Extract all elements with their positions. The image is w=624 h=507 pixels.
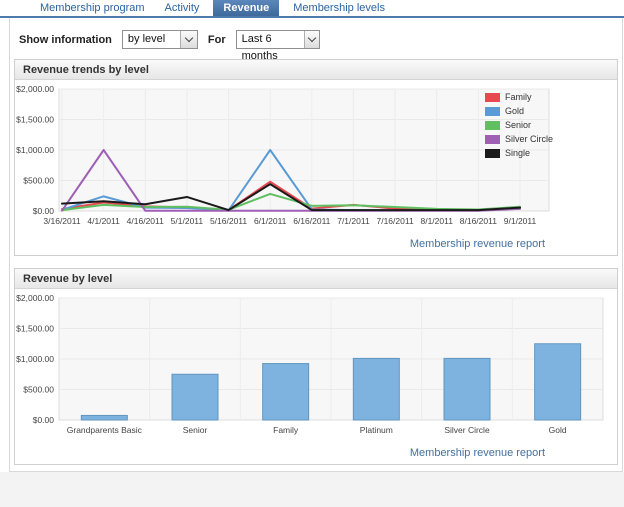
x-tick-label: 7/16/2011	[376, 216, 413, 226]
x-tick-label: 4/1/2011	[87, 216, 120, 226]
tab-revenue[interactable]: Revenue	[213, 0, 280, 16]
page-footer	[0, 472, 624, 507]
y-tick-label: $1,000.00	[16, 354, 54, 364]
x-tick-label: Silver Circle	[444, 425, 490, 435]
bar-gold	[534, 343, 582, 421]
membership-revenue-report-link-2[interactable]: Membership revenue report	[15, 447, 617, 464]
x-tick-label: Senior	[183, 425, 208, 435]
tab-bar: Membership program Activity Revenue Members…	[0, 0, 624, 18]
y-tick-label: $1,500.00	[16, 115, 54, 125]
y-tick-label: $2,000.00	[16, 84, 54, 94]
tab-membership-levels[interactable]: Membership levels	[287, 0, 391, 16]
x-tick-label: 5/16/2011	[210, 216, 247, 226]
legend-label: Single	[504, 148, 531, 158]
revenue-by-level-bar-chart: $0.00 $500.00 $1,000.00 $1,500.00 $2,000.00 G…	[16, 293, 604, 435]
bar-family	[262, 363, 310, 421]
x-tick-label: 9/1/2011	[504, 216, 537, 226]
tab-membership-program[interactable]: Membership program	[34, 0, 151, 16]
x-tick-label: 6/16/2011	[293, 216, 330, 226]
legend-item-silver-circle: Silver Circle	[484, 134, 553, 144]
combo-spacer	[170, 31, 180, 48]
show-information-value: by level	[127, 33, 166, 45]
y-tick-label: $0.00	[33, 206, 55, 216]
y-tick-label: $500.00	[23, 176, 54, 186]
bar-grandparents-basic	[80, 414, 128, 421]
x-tick-label: 8/1/2011	[420, 216, 453, 226]
membership-revenue-report-link-1[interactable]: Membership revenue report	[15, 238, 617, 255]
legend-item-family: Family	[484, 92, 553, 102]
chevron-down-icon[interactable]	[304, 31, 319, 48]
x-tick-label: 5/1/2011	[171, 216, 204, 226]
x-tick-label: 8/16/2011	[460, 216, 497, 226]
legend-item-single: Single	[484, 148, 553, 158]
legend-item-senior: Senior	[484, 120, 553, 130]
bar-silver-circle	[443, 357, 491, 421]
content-area: Show information by level For Last 6 mon…	[9, 18, 623, 472]
revenue-trends-panel: Revenue trends by level $0.00 $500.00 $1,0…	[14, 59, 618, 256]
bar-platinum	[352, 357, 400, 421]
legend-item-gold: Gold	[484, 106, 553, 116]
chevron-down-icon[interactable]	[179, 31, 197, 48]
legend-label: Silver Circle	[504, 134, 553, 144]
revenue-trends-title: Revenue trends by level	[15, 60, 617, 80]
y-tick-label: $500.00	[23, 385, 54, 395]
legend-label: Senior	[504, 120, 531, 130]
revenue-by-level-panel: Revenue by level $0.00 $500.00 $1,000.00 $1…	[14, 268, 618, 465]
revenue-by-level-title: Revenue by level	[15, 269, 617, 289]
bar-senior	[171, 373, 219, 421]
y-tick-label: $1,000.00	[16, 145, 54, 155]
y-tick-label: $2,000.00	[16, 293, 54, 303]
for-label: For	[207, 33, 226, 46]
revenue-by-level-chart-area: $0.00 $500.00 $1,000.00 $1,500.00 $2,000.00 G…	[15, 289, 617, 447]
legend-label: Family	[504, 92, 532, 102]
tab-activity[interactable]: Activity	[159, 0, 206, 16]
show-information-label: Show information	[19, 33, 112, 46]
legend-swatch	[484, 148, 500, 158]
x-tick-label: Family	[273, 425, 299, 435]
y-tick-label: $1,500.00	[16, 324, 54, 334]
period-value: Last 6 months	[241, 33, 278, 62]
legend-swatch	[484, 106, 500, 116]
period-dropdown[interactable]: Last 6 months	[235, 30, 320, 62]
legend-label: Gold	[504, 106, 524, 116]
legend-swatch	[484, 120, 500, 130]
x-tick-label: 3/16/2011	[43, 216, 80, 226]
show-information-dropdown[interactable]: by level	[121, 30, 198, 49]
x-tick-label: Gold	[549, 425, 567, 435]
x-tick-label: 4/16/2011	[127, 216, 164, 226]
x-tick-label: 7/1/2011	[337, 216, 370, 226]
y-tick-label: $0.00	[33, 415, 55, 425]
chart-legend: Family Gold Senior Silver Circle Single	[484, 92, 553, 162]
filter-row: Show information by level For Last 6 mon…	[10, 18, 622, 62]
x-tick-label: Platinum	[360, 425, 393, 435]
legend-swatch	[484, 92, 500, 102]
x-tick-label: Grandparents Basic	[67, 425, 143, 435]
legend-swatch	[484, 134, 500, 144]
x-tick-label: 6/1/2011	[254, 216, 287, 226]
revenue-trends-chart-area: $0.00 $500.00 $1,000.00 $1,500.00 $2,000.00 3…	[15, 80, 617, 238]
